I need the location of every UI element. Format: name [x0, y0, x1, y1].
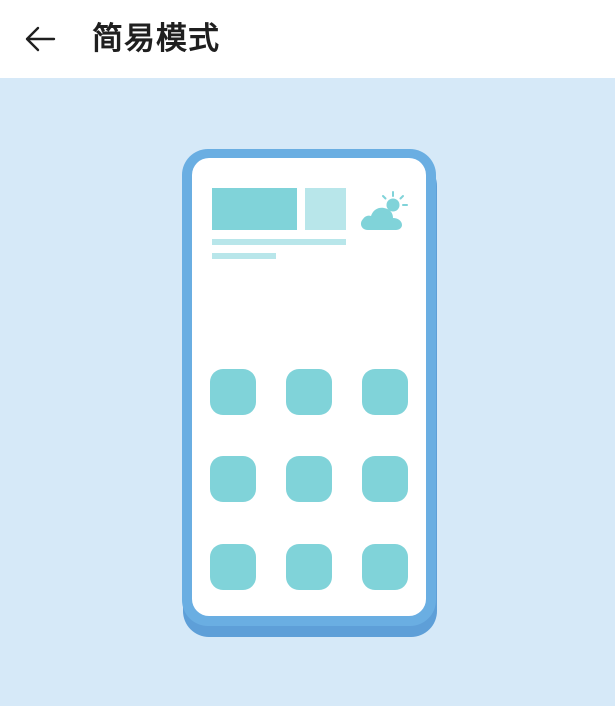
widget-block-side — [305, 188, 346, 230]
app-icon[interactable] — [210, 456, 256, 502]
app-icon[interactable] — [362, 456, 408, 502]
arrow-left-icon — [25, 26, 56, 52]
top-app-bar: 简易模式 — [0, 0, 615, 78]
widget-text-line-short — [212, 253, 276, 259]
widget-block-main — [212, 188, 297, 230]
app-icon[interactable] — [362, 369, 408, 415]
app-icon[interactable] — [362, 544, 408, 590]
cloud-sun-icon — [360, 191, 408, 230]
app-icon[interactable] — [286, 456, 332, 502]
app-icon[interactable] — [286, 544, 332, 590]
back-button[interactable] — [18, 19, 62, 59]
app-icon[interactable] — [210, 544, 256, 590]
app-icon[interactable] — [210, 369, 256, 415]
app-icon[interactable] — [286, 369, 332, 415]
widget-text-line-long — [212, 239, 346, 245]
page-title: 简易模式 — [92, 21, 220, 57]
